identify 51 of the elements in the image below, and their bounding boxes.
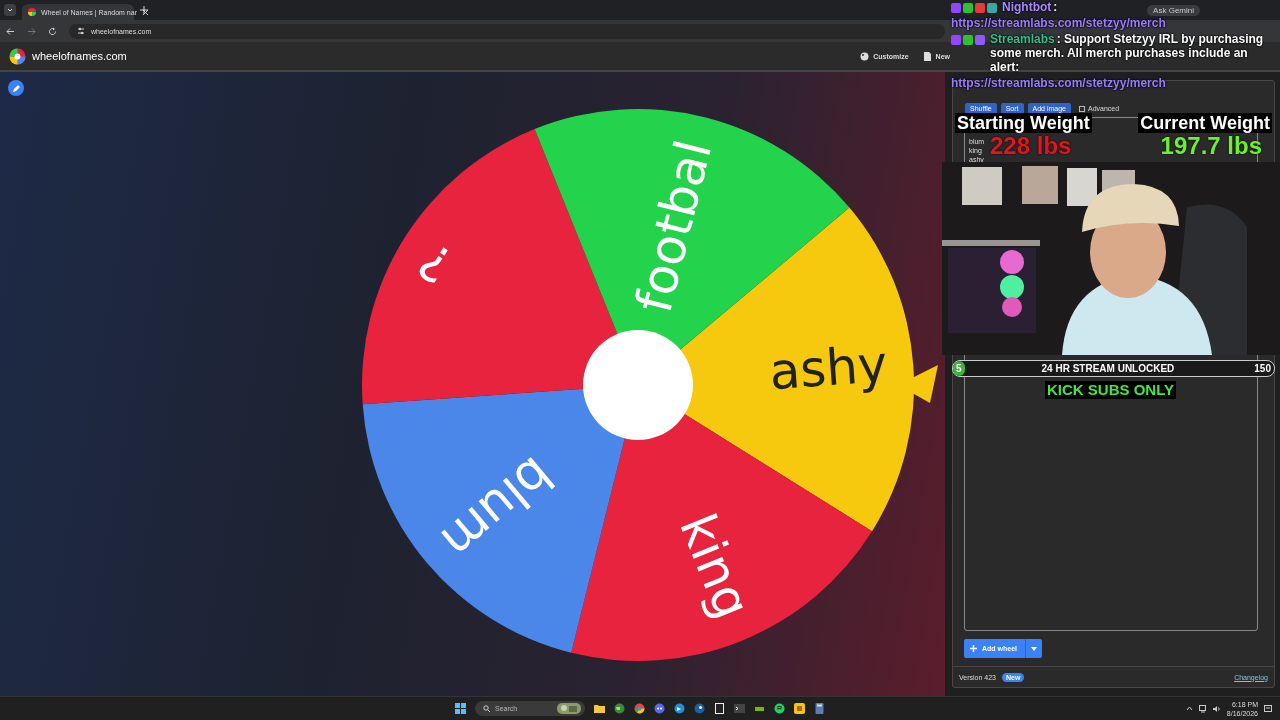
terminal-icon[interactable] <box>734 703 745 714</box>
calculator-icon[interactable] <box>814 703 825 714</box>
volume-icon[interactable] <box>1212 704 1221 713</box>
browser-icon[interactable] <box>634 703 645 714</box>
goal-label: 24 HR STREAM UNLOCKED <box>1041 363 1175 374</box>
goal-end: 150 <box>1254 363 1271 374</box>
start-icon[interactable] <box>455 703 466 714</box>
back-icon[interactable] <box>6 26 15 36</box>
ask-gemini-button[interactable]: Ask Gemini <box>1147 4 1200 16</box>
palette-icon <box>860 51 870 61</box>
wheel-label: king <box>668 506 762 627</box>
chat-badges-icon <box>951 35 985 45</box>
chat-link[interactable]: https://streamlabs.com/stetzyy/merch <box>951 76 1166 90</box>
network-icon[interactable] <box>1198 704 1207 713</box>
banner-text: KICK SUBS ONLY <box>1045 381 1176 399</box>
chat-link[interactable]: https://streamlabs.com/stetzyy/merch <box>951 16 1166 30</box>
pencil-icon <box>11 83 21 93</box>
chevron-up-icon[interactable] <box>1185 706 1193 711</box>
favicon-icon <box>28 8 36 16</box>
weight-label: Current Weight <box>1138 113 1272 133</box>
app-icon[interactable] <box>694 703 705 714</box>
file-icon <box>922 51 932 61</box>
search-icon <box>483 705 490 712</box>
chat-app-icon[interactable] <box>654 703 665 714</box>
site-settings-icon[interactable] <box>77 27 85 35</box>
weight-label: Starting Weight <box>955 113 1092 133</box>
chat-badges-icon <box>951 3 997 13</box>
wheel-logo-icon <box>9 47 26 65</box>
plus-icon <box>970 645 977 652</box>
wheel-label: ? <box>408 230 462 295</box>
wheel-hub[interactable] <box>583 330 693 440</box>
app-icon[interactable] <box>714 703 725 714</box>
app-icon[interactable] <box>674 703 685 714</box>
tab-list-icon[interactable] <box>4 4 16 16</box>
folder-icon[interactable] <box>594 703 605 714</box>
caret-icon <box>1031 646 1037 651</box>
checkbox[interactable] <box>1079 105 1085 112</box>
goal-start: 5 <box>956 363 962 374</box>
music-app-icon[interactable] <box>774 703 785 714</box>
wheel-label: ashy <box>767 335 890 402</box>
reload-icon[interactable] <box>48 26 57 36</box>
edit-button[interactable] <box>8 80 24 96</box>
chat-message: Streamlabs : Support Stetzyy IRL by purchasing some merch. All merch purchases include an alert: <box>990 32 1265 74</box>
globe-icon[interactable] <box>614 703 625 714</box>
forward-icon[interactable] <box>27 26 36 36</box>
weight-value: 228 lbs <box>990 132 1072 160</box>
site-title[interactable]: wheelofnames.com <box>32 50 127 62</box>
chat-message: Nightbot : <box>1002 0 1058 14</box>
weight-value: 197.7 lbs <box>1160 132 1262 160</box>
notification-icon[interactable] <box>1264 704 1272 713</box>
wheel-label: footbal <box>624 134 724 319</box>
